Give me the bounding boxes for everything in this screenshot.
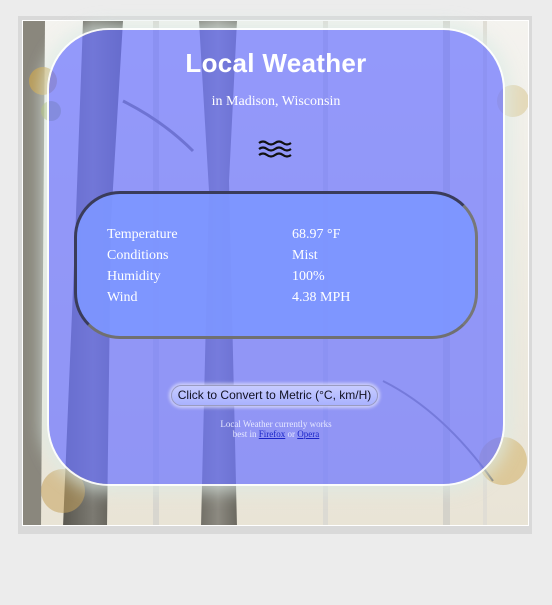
browser-note-line2: best in Firefox or Opera — [49, 429, 503, 439]
weather-card: Local Weather in Madison, Wisconsin Temp… — [49, 30, 503, 484]
reading-label: Temperature — [107, 227, 178, 242]
reading-row-humidity: Humidity 100% — [107, 269, 457, 289]
readings-panel: Temperature 68.97 °F Conditions Mist Hum… — [74, 191, 478, 339]
browser-note-line1: Local Weather currently works — [220, 419, 332, 429]
reading-row-wind: Wind 4.38 MPH — [107, 290, 457, 310]
mist-icon — [258, 140, 292, 158]
opera-link[interactable]: Opera — [297, 429, 319, 439]
reading-value: 100% — [292, 269, 325, 284]
firefox-link[interactable]: Firefox — [259, 429, 286, 439]
reading-row-conditions: Conditions Mist — [107, 248, 457, 268]
reading-value: 68.97 °F — [292, 227, 341, 242]
reading-value: 4.38 MPH — [292, 290, 351, 305]
reading-label: Conditions — [107, 248, 169, 263]
reading-label: Humidity — [107, 269, 161, 284]
browser-note: Local Weather currently works best in Fi… — [49, 419, 503, 439]
reading-label: Wind — [107, 290, 138, 305]
browser-note-connector: or — [287, 429, 296, 439]
reading-value: Mist — [292, 248, 318, 263]
convert-to-metric-button[interactable]: Click to Convert to Metric (°C, km/H) — [171, 385, 378, 406]
reading-row-temperature: Temperature 68.97 °F — [107, 227, 457, 247]
location-text: in Madison, Wisconsin — [211, 94, 341, 109]
browser-note-prefix: best in — [232, 429, 257, 439]
page-title: Local Weather — [185, 48, 367, 78]
